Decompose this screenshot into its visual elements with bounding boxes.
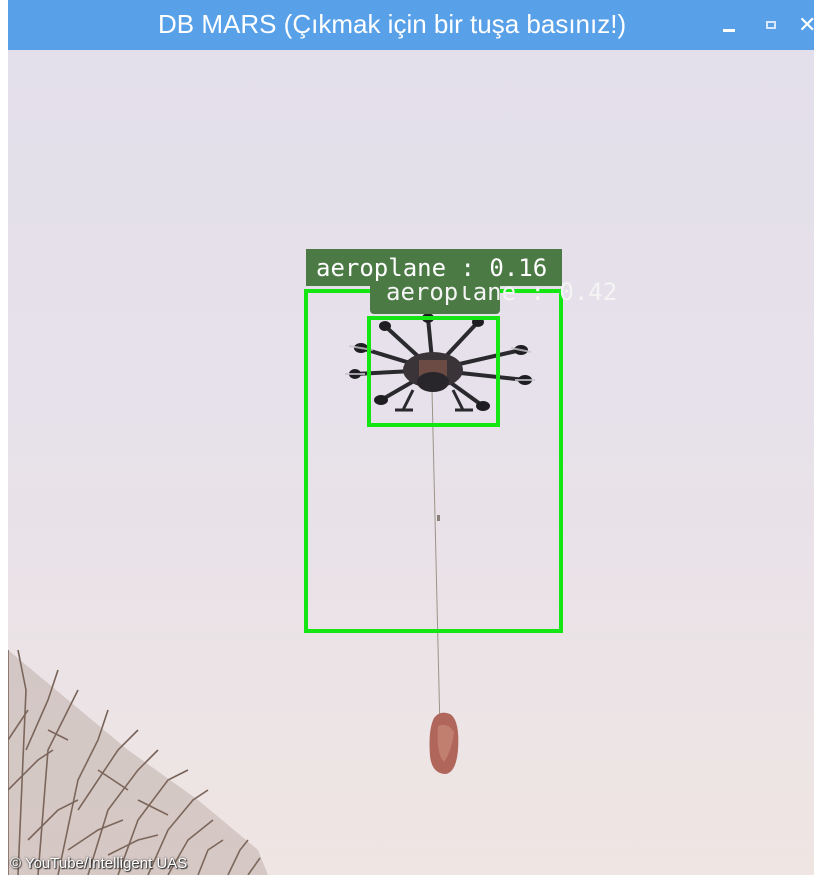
close-button[interactable]: ✕ <box>798 0 814 50</box>
title-bar[interactable]: DB MARS (Çıkmak için bir tuşa basınız!) … <box>8 0 814 50</box>
window-title: DB MARS (Çıkmak için bir tuşa basınız!) <box>158 9 627 39</box>
detection-label-1: aeroplane : 0.16 <box>306 249 562 286</box>
minimize-icon <box>723 28 735 32</box>
app-window: DB MARS (Çıkmak için bir tuşa basınız!) … <box>0 0 814 875</box>
trees-fill <box>8 650 268 875</box>
close-icon: ✕ <box>798 12 814 38</box>
maximize-button[interactable] <box>756 0 786 50</box>
maximize-icon <box>766 21 776 29</box>
video-watermark: © YouTube/Intelligent UAS <box>10 855 188 872</box>
detection-box-small <box>367 316 500 427</box>
payload-graphic <box>429 712 459 774</box>
minimize-button[interactable] <box>714 0 744 50</box>
video-frame: aeroplane : 0.42 aeroplane : 0.16 © YouT… <box>8 50 814 875</box>
